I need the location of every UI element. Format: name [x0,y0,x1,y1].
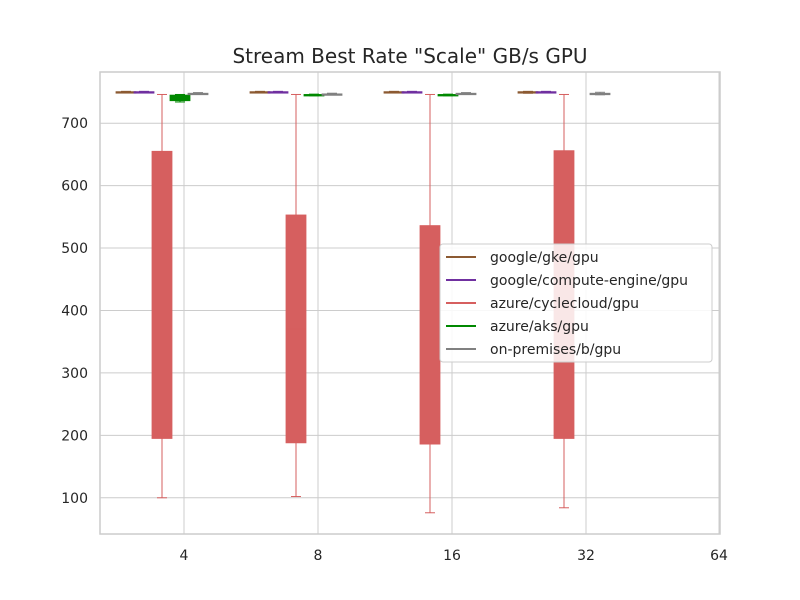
box-on-premises-b-gpu-4 [187,92,209,96]
chart-title: Stream Best Rate "Scale" GB/s GPU [232,44,587,68]
box-google-compute-engine-gpu-16 [401,90,423,94]
y-tick-label: 400 [61,303,88,319]
box-google-compute-engine-gpu-4 [133,90,155,94]
x-tick-label: 4 [180,548,189,564]
box-azure-cyclecloud-gpu-4 [151,93,173,499]
box-google-gke-gpu-16 [383,90,405,94]
y-tick-label: 100 [61,491,88,507]
legend-label: on-premises/b/gpu [490,342,621,358]
box-body [151,150,173,439]
box-plot: Stream Best Rate "Scale" GB/s GPU 100 200… [61,44,728,564]
legend-label: azure/cyclecloud/gpu [490,296,639,312]
y-tick-label: 500 [61,241,88,257]
box-azure-aks-gpu-4 [169,93,191,103]
legend: google/gke/gpu google/compute-engine/gpu a… [439,243,713,363]
x-tick-label: 64 [710,548,728,564]
y-tick-label: 700 [61,116,88,132]
box-body [169,94,191,102]
y-tick-label: 600 [61,179,88,195]
box-azure-aks-gpu-16 [437,93,459,97]
x-tick-label: 16 [443,548,461,564]
box-azure-aks-gpu-8 [303,93,325,97]
x-tick-label: 8 [314,548,323,564]
legend-label: google/gke/gpu [490,250,599,266]
y-tick-label: 300 [61,366,88,382]
box-google-compute-engine-gpu-8 [267,90,289,94]
box-google-gke-gpu-8 [249,90,271,94]
box-on-premises-b-gpu-8 [321,92,343,96]
legend-label: azure/aks/gpu [490,319,589,335]
y-tick-label: 200 [61,428,88,444]
box-google-gke-gpu-4 [115,90,137,94]
legend-label: google/compute-engine/gpu [490,273,688,289]
chart: Stream Best Rate "Scale" GB/s GPU 100 200… [0,0,800,600]
box-body [419,225,441,445]
x-tick-label: 32 [577,548,595,564]
box-google-gke-gpu-32 [517,90,539,94]
box-on-premises-b-gpu-16 [455,92,477,96]
box-google-compute-engine-gpu-32 [535,90,557,94]
